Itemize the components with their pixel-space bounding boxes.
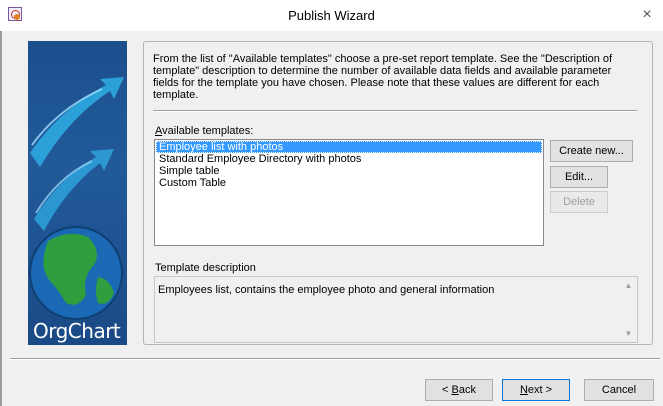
template-item-standard-employee-directory[interactable]: Standard Employee Directory with photos <box>156 153 542 165</box>
available-templates-label-text: vailable templates: <box>162 125 254 137</box>
back-button-label: ack <box>458 384 476 396</box>
title-bar: Publish Wizard × <box>0 0 663 31</box>
banner-artwork <box>29 77 124 320</box>
instructions-divider <box>153 110 637 112</box>
templates-listbox[interactable]: Employee list with photos Standard Emplo… <box>154 139 544 246</box>
close-icon[interactable]: × <box>636 4 658 26</box>
scroll-up-arrow-icon[interactable]: ▲ <box>620 277 637 294</box>
next-button-accelerator: N <box>519 384 528 396</box>
template-description-box[interactable]: Employees list, contains the employee ph… <box>154 276 638 343</box>
cancel-button[interactable]: Cancel <box>584 379 654 401</box>
scroll-down-arrow-icon[interactable]: ▼ <box>620 325 637 342</box>
orgchart-logo-text: OrgChart <box>33 319 121 343</box>
orgchart-banner: OrgChart <box>28 41 127 345</box>
back-button-prefix: < <box>442 384 452 396</box>
back-button[interactable]: < Back <box>425 379 493 401</box>
footer-divider <box>10 358 660 360</box>
description-scrollbar[interactable]: ▲ ▼ <box>620 277 637 342</box>
instructions-text: From the list of "Available templates" c… <box>153 53 613 101</box>
available-templates-label: Available templates: <box>155 125 253 137</box>
next-button[interactable]: Next > <box>502 379 570 401</box>
window-title: Publish Wizard <box>288 8 375 23</box>
template-description-label: Template description <box>155 262 256 274</box>
delete-button: Delete <box>550 191 608 213</box>
background-window-edge <box>0 31 2 406</box>
template-item-employee-list-with-photos[interactable]: Employee list with photos <box>156 141 542 153</box>
create-new-button[interactable]: Create new... <box>550 140 633 162</box>
template-item-custom-table[interactable]: Custom Table <box>156 177 542 189</box>
next-button-label: ext > <box>527 384 553 396</box>
template-item-simple-table[interactable]: Simple table <box>156 165 542 177</box>
template-description-text: Employees list, contains the employee ph… <box>158 284 495 296</box>
back-button-accelerator: B <box>451 384 459 396</box>
edit-button[interactable]: Edit... <box>550 166 608 188</box>
